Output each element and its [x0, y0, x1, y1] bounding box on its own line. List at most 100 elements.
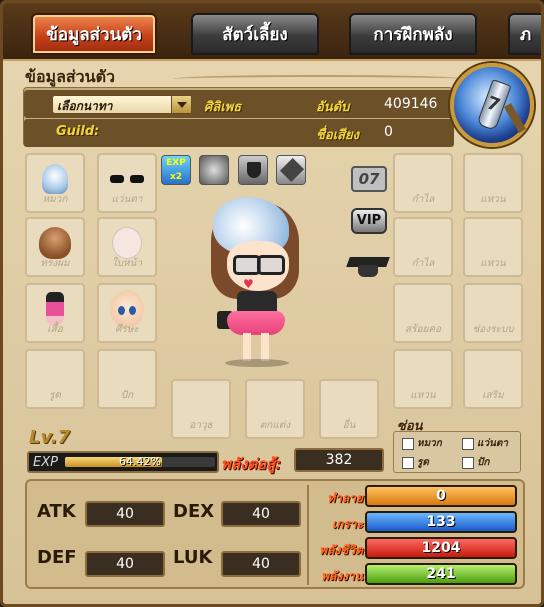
- slot-label: กำไล: [411, 258, 435, 269]
- char-shadow: [225, 359, 289, 367]
- attack-bar-label: ทำลาย: [327, 491, 363, 505]
- slot-ring-2[interactable]: แหวน: [463, 217, 523, 277]
- slot-decoration[interactable]: ตกแต่ง: [245, 379, 305, 439]
- slot-accessory-1[interactable]: รูด: [25, 349, 85, 409]
- slot-system[interactable]: ช่องระบบ: [463, 283, 523, 343]
- gear-icon[interactable]: [199, 155, 229, 185]
- vip-badge[interactable]: VIP: [351, 208, 387, 234]
- tab-profile[interactable]: ข้อมูลส่วนตัว: [31, 13, 157, 55]
- hide-accessory-2-checkbox[interactable]: ปัก: [462, 455, 489, 470]
- slot-bracelet-1[interactable]: กำไล: [393, 153, 453, 213]
- slot-label: รูด: [49, 390, 61, 401]
- guild-label: Guild:: [56, 124, 100, 139]
- energy-bar: 241: [365, 563, 517, 585]
- checkbox[interactable]: [402, 456, 414, 469]
- char-skirt: [227, 311, 285, 335]
- slot-label: หมวก: [42, 194, 68, 205]
- exp-percent: 64.42%: [119, 455, 161, 468]
- checkbox[interactable]: [402, 437, 414, 450]
- slot-label: สร้อยคอ: [404, 324, 442, 335]
- slot-other[interactable]: อื่น: [319, 379, 379, 439]
- char-leg: [261, 333, 269, 361]
- luk-label: LUK: [173, 547, 213, 568]
- title-ornament: [173, 75, 463, 83]
- class-emblem-icon[interactable]: 7: [450, 63, 534, 147]
- armor-icon[interactable]: [276, 155, 306, 185]
- graduation-cap-icon[interactable]: [348, 253, 388, 281]
- checkbox[interactable]: [462, 437, 474, 450]
- checkbox-label: รูด: [417, 457, 429, 468]
- checkbox-label: ปัก: [477, 457, 490, 468]
- tab-pets[interactable]: สัตว์เลี้ยง: [191, 13, 319, 55]
- slot-glasses[interactable]: แว่นตา: [97, 153, 157, 213]
- slot-weapon[interactable]: อาวุธ: [171, 379, 231, 439]
- slot-hat[interactable]: หมวก: [25, 153, 85, 213]
- slot-bracelet-2[interactable]: กำไล: [393, 217, 453, 277]
- hide-filter-panel: ซ่อน หมวก แว่นตา รูด ปัก: [389, 415, 525, 473]
- slot-extra[interactable]: เสริม: [463, 349, 523, 409]
- name-select[interactable]: เลือกนาทา: [52, 95, 192, 114]
- luk-value: 40: [221, 551, 301, 577]
- slot-label: ตกแต่ง: [259, 420, 291, 431]
- char-glasses: [229, 255, 289, 275]
- exp-bar: EXP 64.42%: [27, 451, 219, 473]
- shield-icon[interactable]: [238, 155, 268, 185]
- slot-label: เสริม: [482, 390, 504, 401]
- slot-necklace[interactable]: สร้อยคอ: [393, 283, 453, 343]
- job-label: ศิลิเพธ: [204, 100, 242, 115]
- slot-label: กำไล: [411, 194, 435, 205]
- rank-value: 409146: [384, 96, 438, 112]
- heart-icon: ♥: [243, 277, 254, 291]
- hair-icon: [39, 226, 71, 259]
- tab-training[interactable]: การฝึกพลัง: [349, 13, 477, 55]
- tab-more[interactable]: ภ: [508, 13, 541, 55]
- info-row-name: เลือกนาทา ศิลิเพธ อันดับ 409146: [24, 90, 454, 118]
- profile-window: ข้อมูลส่วนตัว สัตว์เลี้ยง การฝึกพลัง ภ ข…: [0, 0, 544, 607]
- attack-bar: 0: [365, 485, 517, 507]
- rank-label: อันดับ: [316, 100, 350, 115]
- slot-label: อื่น: [342, 420, 356, 431]
- slot-face[interactable]: ใบหน้า: [97, 217, 157, 277]
- checkbox-label: แว่นตา: [477, 438, 509, 449]
- slot-label: ช่องระบบ: [472, 324, 514, 335]
- character-avatar: ♥: [203, 193, 313, 371]
- atk-value: 40: [85, 501, 165, 527]
- checkbox-label: หมวก: [417, 438, 442, 449]
- slot-head[interactable]: ศีรษะ: [97, 283, 157, 343]
- glasses-icon: [110, 174, 144, 183]
- slot-ring-3[interactable]: แหวน: [393, 349, 453, 409]
- dex-label: DEX: [173, 501, 215, 522]
- char-leg: [243, 333, 251, 361]
- slot-hair[interactable]: ทรงผม: [25, 217, 85, 277]
- slot-ring-1[interactable]: แหวน: [463, 153, 523, 213]
- slot-label: อาวุธ: [189, 420, 213, 431]
- slot-outfit[interactable]: เสื้อ: [25, 283, 85, 343]
- armor-bar-label: เกราะ: [332, 517, 363, 531]
- hp-bar-label: พลังชีวิต: [319, 543, 363, 557]
- hide-hat-checkbox[interactable]: หมวก: [402, 436, 442, 451]
- exp-boost-icon[interactable]: EXP x2: [161, 155, 191, 185]
- combat-power-label: พลังต่อสู้:: [221, 455, 282, 473]
- level-text: Lv.7: [29, 427, 71, 448]
- energy-bar-label: พลังงาน: [321, 569, 363, 583]
- hide-glasses-checkbox[interactable]: แว่นตา: [462, 436, 508, 451]
- name-select-value: เลือกนาทา: [57, 99, 113, 113]
- fame-value: 0: [384, 124, 393, 140]
- armor-bar: 133: [365, 511, 517, 533]
- combat-power-value: 382: [294, 448, 384, 472]
- dex-value: 40: [221, 501, 301, 527]
- hide-filter-box: หมวก แว่นตา รูด ปัก: [393, 431, 521, 473]
- feather-hat-icon: [42, 163, 68, 194]
- checkbox[interactable]: [462, 456, 474, 469]
- slot-label: ปัก: [120, 390, 134, 401]
- exp-label: EXP: [33, 455, 58, 470]
- stats-panel: ATK 40 DEX 40 DEF 40 LUK 40 ทำลาย 0 เกรา…: [25, 479, 525, 589]
- chevron-down-icon[interactable]: [171, 96, 191, 113]
- exp-track: 64.42%: [65, 455, 215, 468]
- slot-accessory-2[interactable]: ปัก: [97, 349, 157, 409]
- face-icon: [112, 226, 142, 259]
- hide-accessory-1-checkbox[interactable]: รูด: [402, 455, 429, 470]
- slot-label: แหวน: [480, 258, 506, 269]
- tab-bar: ข้อมูลส่วนตัว สัตว์เลี้ยง การฝึกพลัง ภ: [3, 3, 541, 61]
- slot-label: เสื้อ: [47, 324, 63, 335]
